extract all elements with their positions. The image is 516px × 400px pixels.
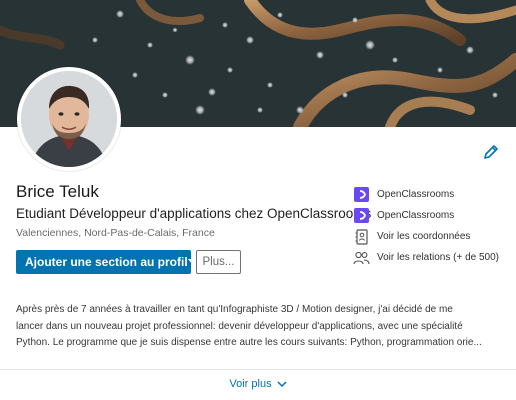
- pencil-icon: [484, 145, 498, 159]
- connections-label: Voir les relations (+ de 500): [377, 252, 500, 263]
- add-profile-section-label: Ajouter une section au profil: [25, 255, 188, 269]
- see-more-button[interactable]: Voir plus: [0, 378, 516, 390]
- openclassrooms-logo: [353, 208, 370, 224]
- profile-side-links: OpenClassrooms OpenClassrooms Voir les c…: [353, 184, 513, 268]
- profile-name: Brice Teluk: [16, 182, 99, 201]
- profile-card: Brice Teluk Etudiant Développeur d'appli…: [0, 0, 516, 400]
- profile-location: Valenciennes, Nord-Pas-de-Calais, France: [16, 227, 215, 239]
- contact-card-icon: [353, 228, 370, 245]
- openclassrooms-logo: [353, 187, 370, 203]
- about-summary: Après près de 7 années à travailler en t…: [16, 302, 500, 352]
- chevron-down-icon: [277, 381, 287, 387]
- connections-link[interactable]: Voir les relations (+ de 500): [353, 247, 513, 268]
- add-profile-section-button[interactable]: Ajouter une section au profil: [16, 250, 198, 274]
- profile-headline: Etudiant Développeur d'applications chez…: [16, 206, 372, 221]
- about-line: Python. Le programme que je suis dispens…: [16, 337, 482, 348]
- education-name: OpenClassrooms: [377, 210, 455, 221]
- contact-info-link[interactable]: Voir les coordonnées: [353, 226, 513, 247]
- current-company-name: OpenClassrooms: [377, 189, 455, 200]
- about-line: Après près de 7 années à travailler en t…: [16, 304, 453, 315]
- more-actions-button[interactable]: Plus...: [196, 250, 241, 274]
- divider: [0, 369, 516, 370]
- edit-intro-button[interactable]: [481, 142, 501, 162]
- about-line: lancer dans un nouveau projet profession…: [16, 320, 463, 332]
- current-company-link[interactable]: OpenClassrooms: [353, 184, 513, 205]
- education-link[interactable]: OpenClassrooms: [353, 205, 513, 226]
- people-icon: [353, 250, 370, 266]
- profile-photo[interactable]: [17, 67, 121, 171]
- contact-info-label: Voir les coordonnées: [377, 231, 471, 242]
- see-more-label: Voir plus: [229, 378, 272, 390]
